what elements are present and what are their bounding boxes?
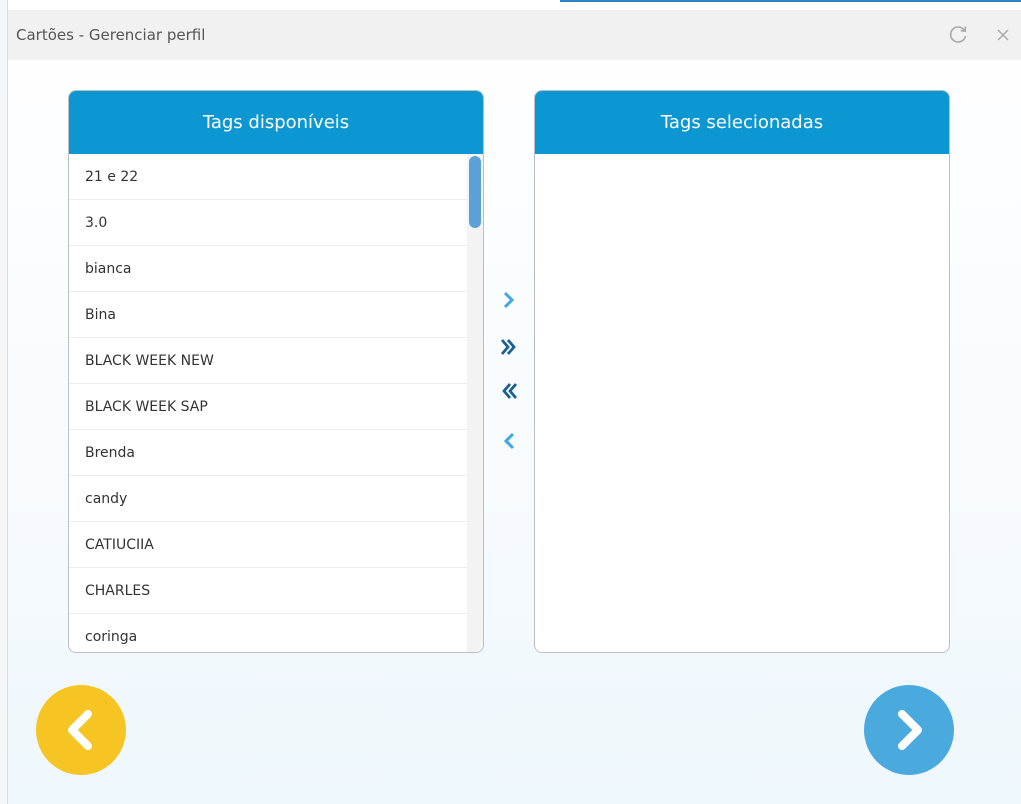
move-left-button[interactable]	[497, 428, 521, 454]
top-accent-line	[560, 0, 1021, 2]
available-list-scrollbar[interactable]	[467, 154, 483, 652]
dialog-title: Cartões - Gerenciar perfil	[16, 26, 206, 44]
chevron-right-icon	[503, 291, 515, 309]
list-item[interactable]: Bina	[69, 292, 467, 338]
double-chevron-right-icon	[500, 339, 516, 355]
list-item[interactable]: BLACK WEEK SAP	[69, 384, 467, 430]
list-item[interactable]: bianca	[69, 246, 467, 292]
refresh-icon[interactable]	[945, 20, 971, 50]
double-chevron-left-icon	[502, 383, 518, 399]
next-button[interactable]	[864, 685, 954, 775]
selected-tags-panel: Tags selecionadas	[534, 90, 950, 653]
move-right-button[interactable]	[497, 287, 521, 313]
dialog-titlebar: Cartões - Gerenciar perfil	[8, 10, 1021, 60]
chevron-left-icon	[68, 710, 92, 750]
chevron-left-icon	[503, 432, 515, 450]
list-item[interactable]: 21 e 22	[69, 154, 467, 200]
back-button[interactable]	[36, 685, 126, 775]
list-item[interactable]: BLACK WEEK NEW	[69, 338, 467, 384]
list-item[interactable]: CHARLES	[69, 568, 467, 614]
available-tags-list[interactable]: 21 e 22 3.0 bianca Bina BLACK WEEK NEW B…	[69, 154, 483, 652]
background-window-edge	[0, 0, 8, 804]
scrollbar-thumb[interactable]	[469, 156, 481, 228]
list-item[interactable]: coringa	[69, 614, 467, 652]
close-icon[interactable]	[990, 20, 1016, 50]
chevron-right-icon	[898, 710, 922, 750]
list-item[interactable]: CATIUCIIA	[69, 522, 467, 568]
move-all-right-button[interactable]	[497, 334, 521, 360]
selected-tags-header: Tags selecionadas	[535, 91, 949, 154]
available-tags-header: Tags disponíveis	[69, 91, 483, 154]
list-item[interactable]: candy	[69, 476, 467, 522]
list-item[interactable]: 3.0	[69, 200, 467, 246]
list-item[interactable]: Brenda	[69, 430, 467, 476]
selected-tags-list[interactable]	[535, 154, 949, 652]
available-tags-panel: Tags disponíveis 21 e 22 3.0 bianca Bina…	[68, 90, 484, 653]
move-all-left-button[interactable]	[497, 378, 521, 404]
